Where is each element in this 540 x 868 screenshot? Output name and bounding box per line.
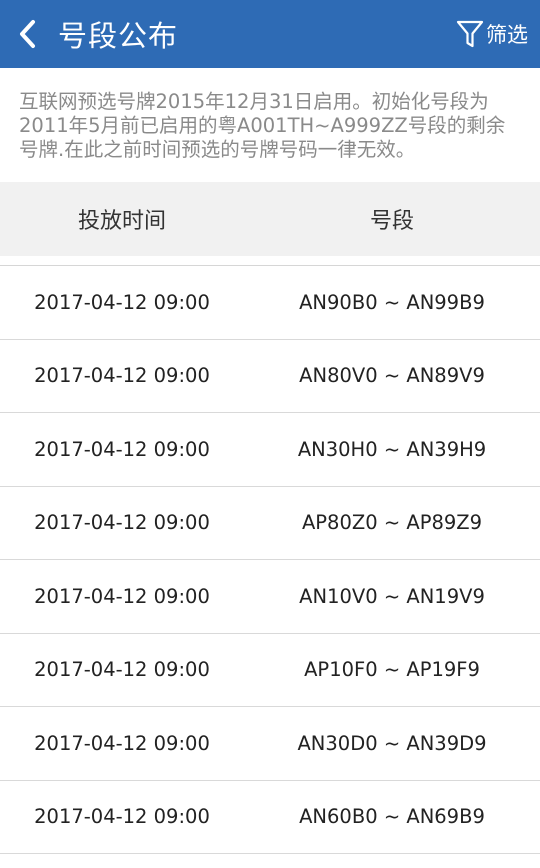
row-time: 2017-04-12 09:00 bbox=[34, 805, 210, 829]
table-row[interactable]: 2017-04-12 09:00 AN10V0 ~ AN19V9 bbox=[0, 560, 540, 634]
row-time: 2017-04-12 09:00 bbox=[34, 584, 210, 608]
column-header-time: 投放时间 bbox=[77, 209, 166, 234]
row-time: 2017-04-12 09:00 bbox=[34, 290, 210, 314]
row-range: AP10F0 ~ AP19F9 bbox=[304, 658, 480, 682]
row-range: AN60B0 ~ AN69B9 bbox=[299, 805, 485, 829]
table-header: 投放时间 号段 bbox=[0, 182, 540, 256]
row-range: AP80Z0 ~ AP89Z9 bbox=[301, 511, 483, 535]
table-row[interactable]: 2017-04-12 09:00 AN30H0 ~ AN39H9 bbox=[0, 413, 540, 487]
table-row[interactable]: 2017-04-12 09:00 AP10F0 ~ AP19F9 bbox=[0, 634, 540, 707]
row-time: 2017-04-12 09:00 bbox=[34, 364, 210, 388]
row-range: AN90B0 ~ AN99B9 bbox=[299, 290, 485, 314]
notice-text: 互联网预选号牌2015年12月31日启用。初始化号段为2011年5月前已启用的粤… bbox=[0, 68, 540, 182]
filter-label: 筛选 bbox=[486, 23, 528, 47]
filter-button[interactable]: 筛选 bbox=[456, 0, 528, 68]
table-row[interactable]: 2017-04-12 09:00 AN60B0 ~ AN69B9 bbox=[0, 781, 540, 854]
table-row[interactable]: 2017-04-12 09:00 AP80Z0 ~ AP89Z9 bbox=[0, 487, 540, 560]
plate-range-list: 2017-04-12 09:00 AN90B0 ~ AN99B9 2017-04… bbox=[0, 266, 540, 854]
table-row[interactable]: 2017-04-12 09:00 AN90B0 ~ AN99B9 bbox=[0, 266, 540, 340]
row-range: AN30H0 ~ AN39H9 bbox=[297, 437, 487, 461]
row-range: AN80V0 ~ AN89V9 bbox=[299, 364, 485, 388]
chevron-left-icon bbox=[20, 20, 35, 48]
funnel-icon bbox=[456, 20, 484, 48]
row-time: 2017-04-12 09:00 bbox=[34, 658, 210, 682]
row-time: 2017-04-12 09:00 bbox=[34, 437, 210, 461]
row-range: AN10V0 ~ AN19V9 bbox=[299, 584, 485, 608]
row-time: 2017-04-12 09:00 bbox=[34, 731, 210, 755]
row-range: AN30D0 ~ AN39D9 bbox=[297, 731, 487, 755]
table-row[interactable]: 2017-04-12 09:00 AN30D0 ~ AN39D9 bbox=[0, 707, 540, 781]
column-header-range: 号段 bbox=[369, 209, 414, 234]
app-bar: 号段公布 筛选 bbox=[0, 0, 540, 68]
table-row[interactable]: 2017-04-12 09:00 AN80V0 ~ AN89V9 bbox=[0, 340, 540, 413]
page-title: 号段公布 bbox=[58, 19, 179, 53]
back-button[interactable] bbox=[0, 0, 56, 68]
row-time: 2017-04-12 09:00 bbox=[34, 511, 210, 535]
